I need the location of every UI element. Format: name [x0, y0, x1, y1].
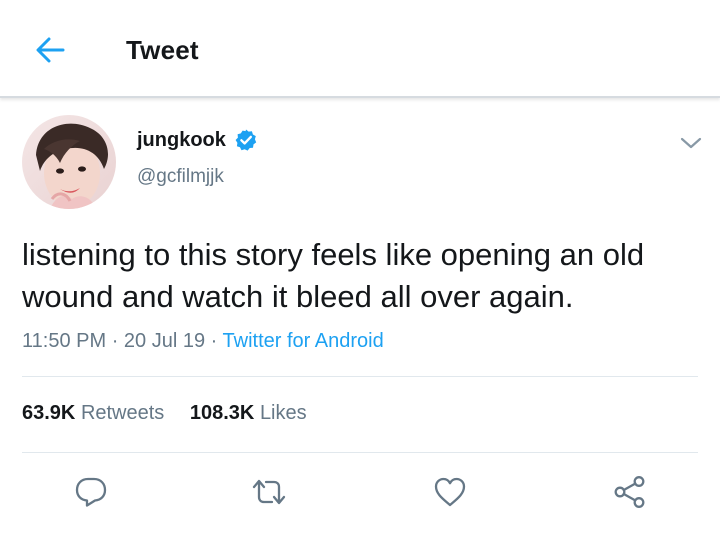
tweet-source-link[interactable]: Twitter for Android	[223, 330, 384, 352]
retweet-icon	[252, 479, 286, 505]
back-button[interactable]	[28, 30, 72, 70]
meta-separator: ·	[210, 330, 218, 352]
divider	[22, 452, 698, 453]
tweet-date: 20 Jul 19	[123, 330, 206, 352]
likes-label: Likes	[259, 402, 307, 424]
likes-count: 108.3K	[189, 402, 255, 424]
like-button[interactable]	[428, 472, 472, 512]
avatar-image	[22, 115, 116, 209]
tweet-stats: 63.9K Retweets 108.3K Likes	[22, 402, 307, 425]
more-options-button[interactable]	[678, 133, 704, 153]
arrow-left-icon	[36, 37, 65, 63]
author-name-row[interactable]: jungkook	[137, 128, 258, 152]
tweet-time: 11:50 PM	[22, 330, 107, 352]
top-app-bar: Tweet	[0, 0, 720, 98]
tweet-meta: 11:50 PM · 20 Jul 19 · Twitter for Andro…	[22, 330, 384, 353]
reply-button[interactable]	[69, 472, 113, 512]
reply-icon	[75, 477, 107, 507]
divider	[22, 376, 698, 377]
display-name: jungkook	[137, 128, 226, 151]
avatar[interactable]	[22, 115, 116, 209]
tweet-text: listening to this story feels like openi…	[22, 237, 645, 314]
retweet-button[interactable]	[247, 472, 291, 512]
share-icon	[614, 476, 645, 508]
like-icon	[434, 477, 466, 507]
verified-badge-icon	[234, 128, 258, 152]
share-button[interactable]	[608, 472, 652, 512]
action-bar	[0, 466, 720, 516]
chevron-down-icon	[680, 137, 702, 149]
page-title: Tweet	[126, 35, 199, 65]
likes-stat[interactable]: 108.3K Likes	[190, 402, 307, 425]
meta-separator: ·	[111, 330, 119, 352]
retweets-count: 63.9K	[22, 402, 76, 424]
author-handle[interactable]: @gcfilmjjk	[137, 166, 224, 188]
retweets-stat[interactable]: 63.9K Retweets	[22, 402, 164, 425]
retweets-label: Retweets	[80, 402, 165, 424]
